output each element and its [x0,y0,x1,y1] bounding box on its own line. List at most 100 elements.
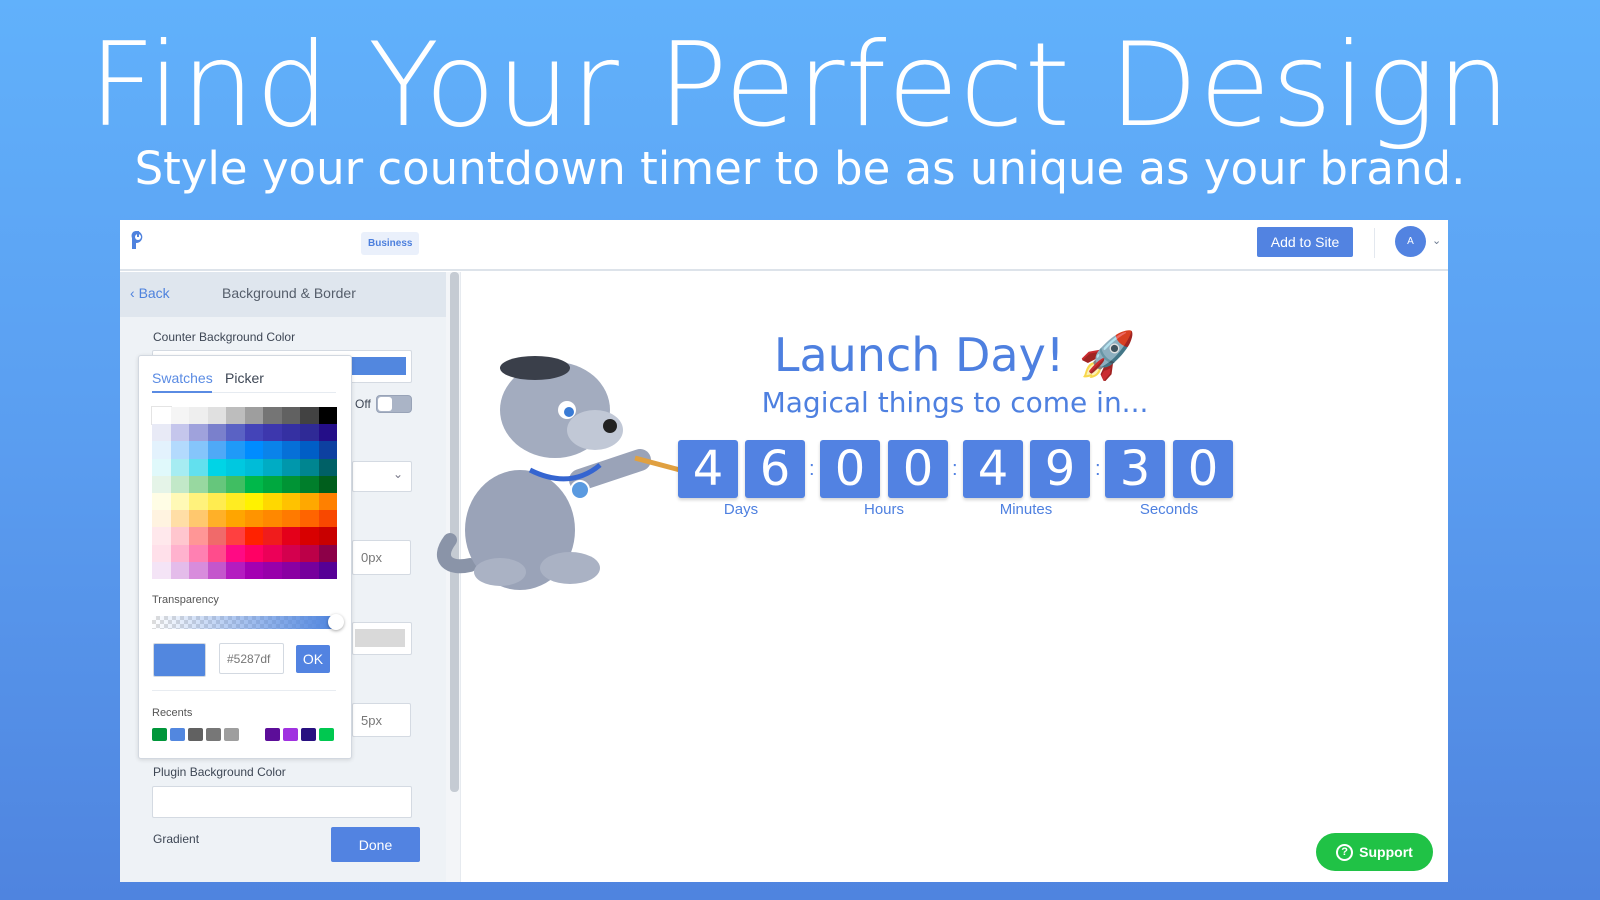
color-swatch[interactable] [244,458,263,476]
transparency-slider[interactable] [152,616,332,629]
done-button[interactable]: Done [331,827,420,862]
color-swatch[interactable] [226,424,245,442]
color-swatch[interactable] [207,475,226,493]
back-button[interactable]: ‹ Back [130,285,170,301]
recent-color-swatch[interactable] [152,728,167,741]
color-swatch[interactable] [207,458,226,476]
style-dropdown[interactable]: ⌄ [352,461,412,492]
color-swatch[interactable] [263,510,282,528]
color-swatch[interactable] [152,510,171,528]
color-swatch[interactable] [300,475,319,493]
color-swatch[interactable] [207,527,226,545]
color-swatch[interactable] [244,561,263,579]
hex-input[interactable] [219,643,284,674]
color-swatch[interactable] [170,510,189,528]
avatar[interactable]: A [1395,226,1426,257]
color-swatch[interactable] [318,561,337,579]
color-swatch[interactable] [152,527,171,545]
color-swatch[interactable] [318,407,337,425]
color-swatch[interactable] [152,441,171,459]
color-swatch[interactable] [170,544,189,562]
color-swatch[interactable] [300,458,319,476]
color-swatch[interactable] [189,527,208,545]
color-swatch[interactable] [152,544,171,562]
color-swatch[interactable] [170,561,189,579]
color-swatch[interactable] [263,407,282,425]
color-swatch[interactable] [152,475,171,493]
color-swatch[interactable] [207,493,226,511]
color-swatch[interactable] [226,493,245,511]
color-swatch[interactable] [189,458,208,476]
color-swatch[interactable] [318,475,337,493]
color-swatch[interactable] [300,544,319,562]
color-swatch[interactable] [152,561,171,579]
color-swatch[interactable] [226,544,245,562]
color-swatch[interactable] [300,424,319,442]
color-swatch[interactable] [226,475,245,493]
transparency-slider-handle[interactable] [328,614,344,630]
border-radius-input[interactable]: 5px [352,703,411,737]
border-toggle[interactable] [376,395,412,413]
color-swatch[interactable] [263,493,282,511]
color-swatch[interactable] [300,510,319,528]
color-swatch[interactable] [226,510,245,528]
color-swatch[interactable] [281,424,300,442]
ok-button[interactable]: OK [296,645,330,673]
color-swatch[interactable] [170,458,189,476]
color-swatch[interactable] [189,561,208,579]
color-swatch[interactable] [170,493,189,511]
color-swatch[interactable] [300,527,319,545]
color-swatch[interactable] [152,458,171,476]
poptin-logo-icon[interactable] [130,230,146,250]
color-swatch[interactable] [189,475,208,493]
color-swatch[interactable] [281,527,300,545]
tab-swatches[interactable]: Swatches [152,370,213,386]
color-swatch[interactable] [189,544,208,562]
chevron-down-icon[interactable]: ⌄ [1432,234,1441,247]
color-swatch[interactable] [207,424,226,442]
color-swatch[interactable] [244,510,263,528]
color-swatch[interactable] [189,424,208,442]
color-swatch[interactable] [207,561,226,579]
recent-color-swatch[interactable] [265,728,280,741]
color-swatch[interactable] [152,424,171,442]
recent-color-swatch[interactable] [170,728,185,741]
support-button[interactable]: ? Support [1316,833,1433,871]
color-swatch[interactable] [151,405,172,426]
color-swatch[interactable] [281,561,300,579]
recent-color-swatch[interactable] [206,728,221,741]
color-swatch[interactable] [300,441,319,459]
color-swatch[interactable] [207,510,226,528]
border-color-field[interactable] [352,622,412,655]
color-swatch[interactable] [281,407,300,425]
color-swatch[interactable] [281,441,300,459]
color-swatch[interactable] [226,441,245,459]
tab-picker[interactable]: Picker [225,370,264,386]
recent-color-swatch[interactable] [188,728,203,741]
color-swatch[interactable] [263,544,282,562]
color-swatch[interactable] [318,424,337,442]
color-swatch[interactable] [300,407,319,425]
color-swatch[interactable] [244,424,263,442]
color-swatch[interactable] [263,458,282,476]
color-swatch[interactable] [226,458,245,476]
color-swatch[interactable] [244,407,263,425]
color-swatch[interactable] [318,441,337,459]
color-swatch[interactable] [189,493,208,511]
color-swatch[interactable] [244,441,263,459]
color-swatch[interactable] [244,475,263,493]
color-swatch[interactable] [170,407,189,425]
color-swatch[interactable] [318,527,337,545]
recent-color-swatch[interactable] [224,728,239,741]
color-swatch[interactable] [263,424,282,442]
color-swatch[interactable] [281,475,300,493]
color-swatch[interactable] [189,407,208,425]
recent-color-swatch[interactable] [283,728,298,741]
color-swatch[interactable] [170,441,189,459]
color-swatch[interactable] [152,493,171,511]
color-swatch[interactable] [226,561,245,579]
color-swatch[interactable] [207,544,226,562]
color-swatch[interactable] [281,458,300,476]
border-width-input[interactable]: 0px [352,540,411,575]
color-swatch[interactable] [318,458,337,476]
